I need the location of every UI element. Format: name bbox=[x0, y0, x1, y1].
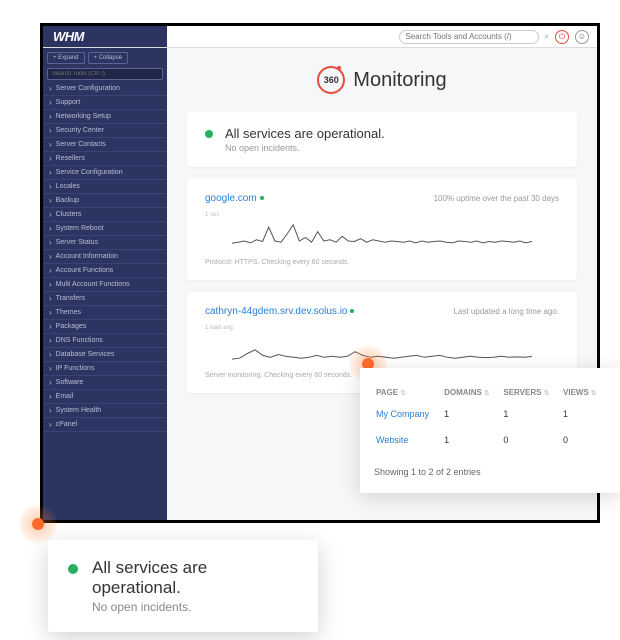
status-title: All services are operational. bbox=[225, 126, 385, 141]
sidebar-item[interactable]: Support bbox=[43, 96, 167, 110]
sidebar-list: Server ConfigurationSupportNetworking Se… bbox=[43, 82, 167, 520]
sidebar-item[interactable]: Service Configuration bbox=[43, 166, 167, 180]
sidebar-item[interactable]: Database Services bbox=[43, 348, 167, 362]
table-header[interactable]: PAGE⇅ bbox=[374, 384, 442, 401]
sidebar-item[interactable]: Account Functions bbox=[43, 264, 167, 278]
sidebar-item[interactable]: Resellers bbox=[43, 152, 167, 166]
sidebar-item[interactable]: Server Configuration bbox=[43, 82, 167, 96]
table-cell: 1 bbox=[442, 401, 501, 427]
sidebar-item[interactable]: Security Center bbox=[43, 124, 167, 138]
sidebar-item[interactable]: Transfers bbox=[43, 292, 167, 306]
whm-logo: WHM bbox=[43, 26, 167, 47]
status-dot-icon bbox=[205, 130, 213, 138]
sidebar-item[interactable]: Account Information bbox=[43, 250, 167, 264]
table-header[interactable]: SERVERS⇅ bbox=[501, 384, 561, 401]
pages-table: PAGE⇅DOMAINS⇅SERVERS⇅VIEWS⇅ My Company11… bbox=[374, 384, 606, 453]
user-icon[interactable]: ☺ bbox=[575, 30, 589, 44]
sidebar-item[interactable]: Networking Setup bbox=[43, 110, 167, 124]
status-subtitle: No open incidents. bbox=[225, 143, 385, 153]
site-link[interactable]: cathryn-44gdem.srv.dev.solus.io bbox=[205, 306, 354, 317]
sidebar-item[interactable]: Backup bbox=[43, 194, 167, 208]
card-footer: Protocol: HTTPS. Checking every 60 secon… bbox=[205, 259, 559, 266]
site-meta: 100% uptime over the past 30 days bbox=[434, 194, 559, 203]
sidebar-item[interactable]: Server Contacts bbox=[43, 138, 167, 152]
sidebar-item[interactable]: System Reboot bbox=[43, 222, 167, 236]
table-row: Website100 bbox=[374, 427, 606, 453]
sidebar-item[interactable]: Email bbox=[43, 390, 167, 404]
sidebar-item[interactable]: DNS Functions bbox=[43, 334, 167, 348]
sidebar-item[interactable]: Server Status bbox=[43, 236, 167, 250]
table-cell: 1 bbox=[501, 401, 561, 427]
table-cell: 1 bbox=[561, 401, 606, 427]
360-logo-icon: 360 bbox=[317, 66, 345, 94]
status-dot-icon bbox=[260, 196, 264, 200]
expand-button[interactable]: + Expand bbox=[47, 52, 85, 64]
global-search-input[interactable] bbox=[399, 30, 539, 44]
table-footer: Showing 1 to 2 of 2 entries bbox=[374, 467, 606, 477]
table-cell: 1 bbox=[442, 427, 501, 453]
top-right: ⌕ ⏻ ☺ bbox=[399, 26, 597, 47]
status-dot-icon bbox=[68, 564, 78, 574]
brand: 360 Monitoring bbox=[187, 66, 577, 94]
sidebar-item[interactable]: Clusters bbox=[43, 208, 167, 222]
status-dot-icon bbox=[350, 309, 354, 313]
sidebar-item[interactable]: System Health bbox=[43, 404, 167, 418]
popup-subtitle: No open incidents. bbox=[92, 600, 298, 614]
sidebar-item[interactable]: IP Functions bbox=[43, 362, 167, 376]
popup-title: All services are operational. bbox=[92, 558, 298, 598]
site-link[interactable]: google.com bbox=[205, 193, 264, 204]
status-card: All services are operational. No open in… bbox=[187, 112, 577, 167]
topbar: WHM ⌕ ⏻ ☺ bbox=[43, 26, 597, 48]
table-row: My Company111 bbox=[374, 401, 606, 427]
page-title: Monitoring bbox=[353, 69, 446, 92]
sidebar-item[interactable]: Multi Account Functions bbox=[43, 278, 167, 292]
table-header[interactable]: VIEWS⇅ bbox=[561, 384, 606, 401]
table-header[interactable]: DOMAINS⇅ bbox=[442, 384, 501, 401]
page-link[interactable]: My Company bbox=[374, 401, 442, 427]
sparkline-chart bbox=[205, 218, 559, 248]
search-icon: ⌕ bbox=[545, 32, 549, 42]
sidebar-item[interactable]: Themes bbox=[43, 306, 167, 320]
sidebar-item[interactable]: Locales bbox=[43, 180, 167, 194]
sidebar-search-input[interactable] bbox=[47, 68, 163, 80]
notification-icon[interactable]: ⏻ bbox=[555, 30, 569, 44]
data-table-card: PAGE⇅DOMAINS⇅SERVERS⇅VIEWS⇅ My Company11… bbox=[360, 368, 620, 493]
sidebar-item[interactable]: Software bbox=[43, 376, 167, 390]
sidebar-item[interactable]: Packages bbox=[43, 320, 167, 334]
site-meta: Last updated a long time ago. bbox=[454, 307, 559, 316]
collapse-button[interactable]: + Collapse bbox=[88, 52, 129, 64]
page-link[interactable]: Website bbox=[374, 427, 442, 453]
sparkline-chart bbox=[205, 331, 559, 361]
status-popup: All services are operational. No open in… bbox=[48, 540, 318, 632]
table-cell: 0 bbox=[501, 427, 561, 453]
sidebar-item[interactable]: cPanel bbox=[43, 418, 167, 432]
table-cell: 0 bbox=[561, 427, 606, 453]
sidebar: + Expand + Collapse Server Configuration… bbox=[43, 48, 167, 520]
site-card-1: google.com 100% uptime over the past 30 … bbox=[187, 179, 577, 280]
